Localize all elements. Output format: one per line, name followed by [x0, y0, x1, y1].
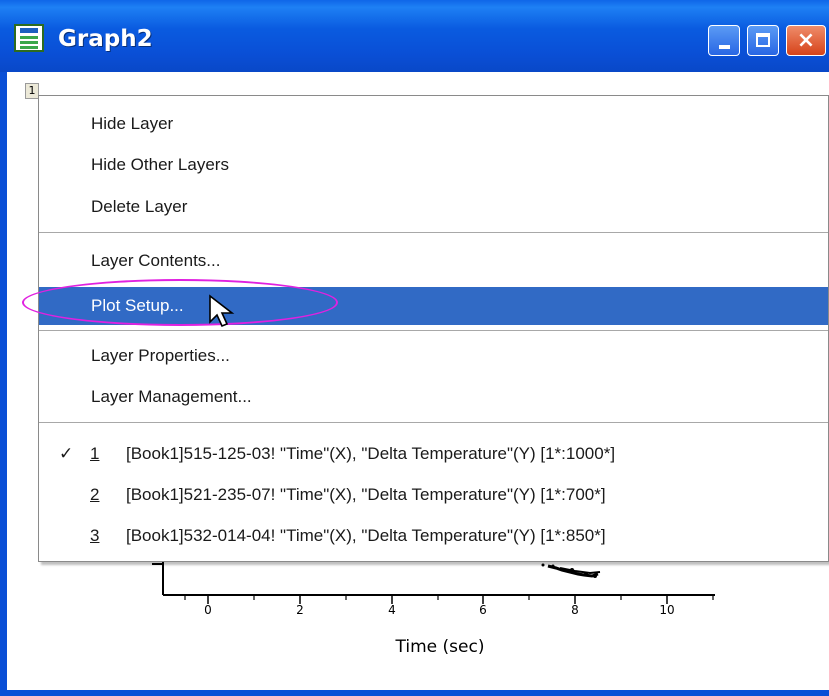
menu-item-label: Layer Management... [91, 387, 252, 406]
menu-item-plot-2[interactable]: 2 [Book1]521-235-07! "Time"(X), "Delta T… [39, 476, 828, 514]
plot-label: [Book1]521-235-07! "Time"(X), "Delta Tem… [126, 485, 606, 504]
menu-item-layer-contents[interactable]: Layer Contents... [39, 242, 828, 280]
x-tick-label: 2 [296, 603, 304, 617]
plot-label: [Book1]515-125-03! "Time"(X), "Delta Tem… [126, 444, 616, 463]
menu-item-label: Layer Properties... [91, 346, 230, 365]
x-tick-label: 8 [571, 603, 579, 617]
plot-label: [Book1]532-014-04! "Time"(X), "Delta Tem… [126, 526, 606, 545]
checkmark-icon: ✓ [59, 444, 74, 463]
layer-context-menu: Hide Layer Hide Other Layers Delete Laye… [38, 95, 829, 562]
x-tick-label: 6 [479, 603, 487, 617]
data-trace [541, 563, 601, 578]
mouse-cursor-icon [209, 294, 235, 328]
menu-item-hide-other-layers[interactable]: Hide Other Layers [39, 146, 828, 184]
x-tick-label: 10 [659, 603, 675, 617]
plot-index: 1 [90, 444, 100, 463]
menu-item-hide-layer[interactable]: Hide Layer [39, 105, 828, 143]
menu-separator [39, 330, 828, 334]
menu-item-layer-management[interactable]: Layer Management... [39, 378, 828, 416]
menu-item-label: Delete Layer [91, 197, 188, 216]
menu-item-label: Layer Contents... [91, 251, 221, 270]
menu-separator [39, 232, 828, 236]
x-axis-ticks [184, 595, 714, 604]
menu-separator [39, 422, 828, 426]
menu-item-label: Hide Layer [91, 114, 174, 133]
plot-index: 2 [90, 485, 100, 504]
plot-index: 3 [90, 526, 100, 545]
menu-item-label: Hide Other Layers [91, 155, 229, 174]
menu-item-plot-1[interactable]: ✓ 1 [Book1]515-125-03! "Time"(X), "Delta… [39, 435, 828, 473]
menu-item-delete-layer[interactable]: Delete Layer [39, 188, 828, 226]
x-axis-title: Time (sec) [395, 637, 485, 657]
highlight-ellipse [22, 279, 338, 326]
x-tick-label: 0 [204, 603, 212, 617]
menu-item-plot-3[interactable]: 3 [Book1]532-014-04! "Time"(X), "Delta T… [39, 517, 828, 555]
x-tick-label: 4 [388, 603, 396, 617]
menu-item-layer-properties[interactable]: Layer Properties... [39, 337, 828, 375]
